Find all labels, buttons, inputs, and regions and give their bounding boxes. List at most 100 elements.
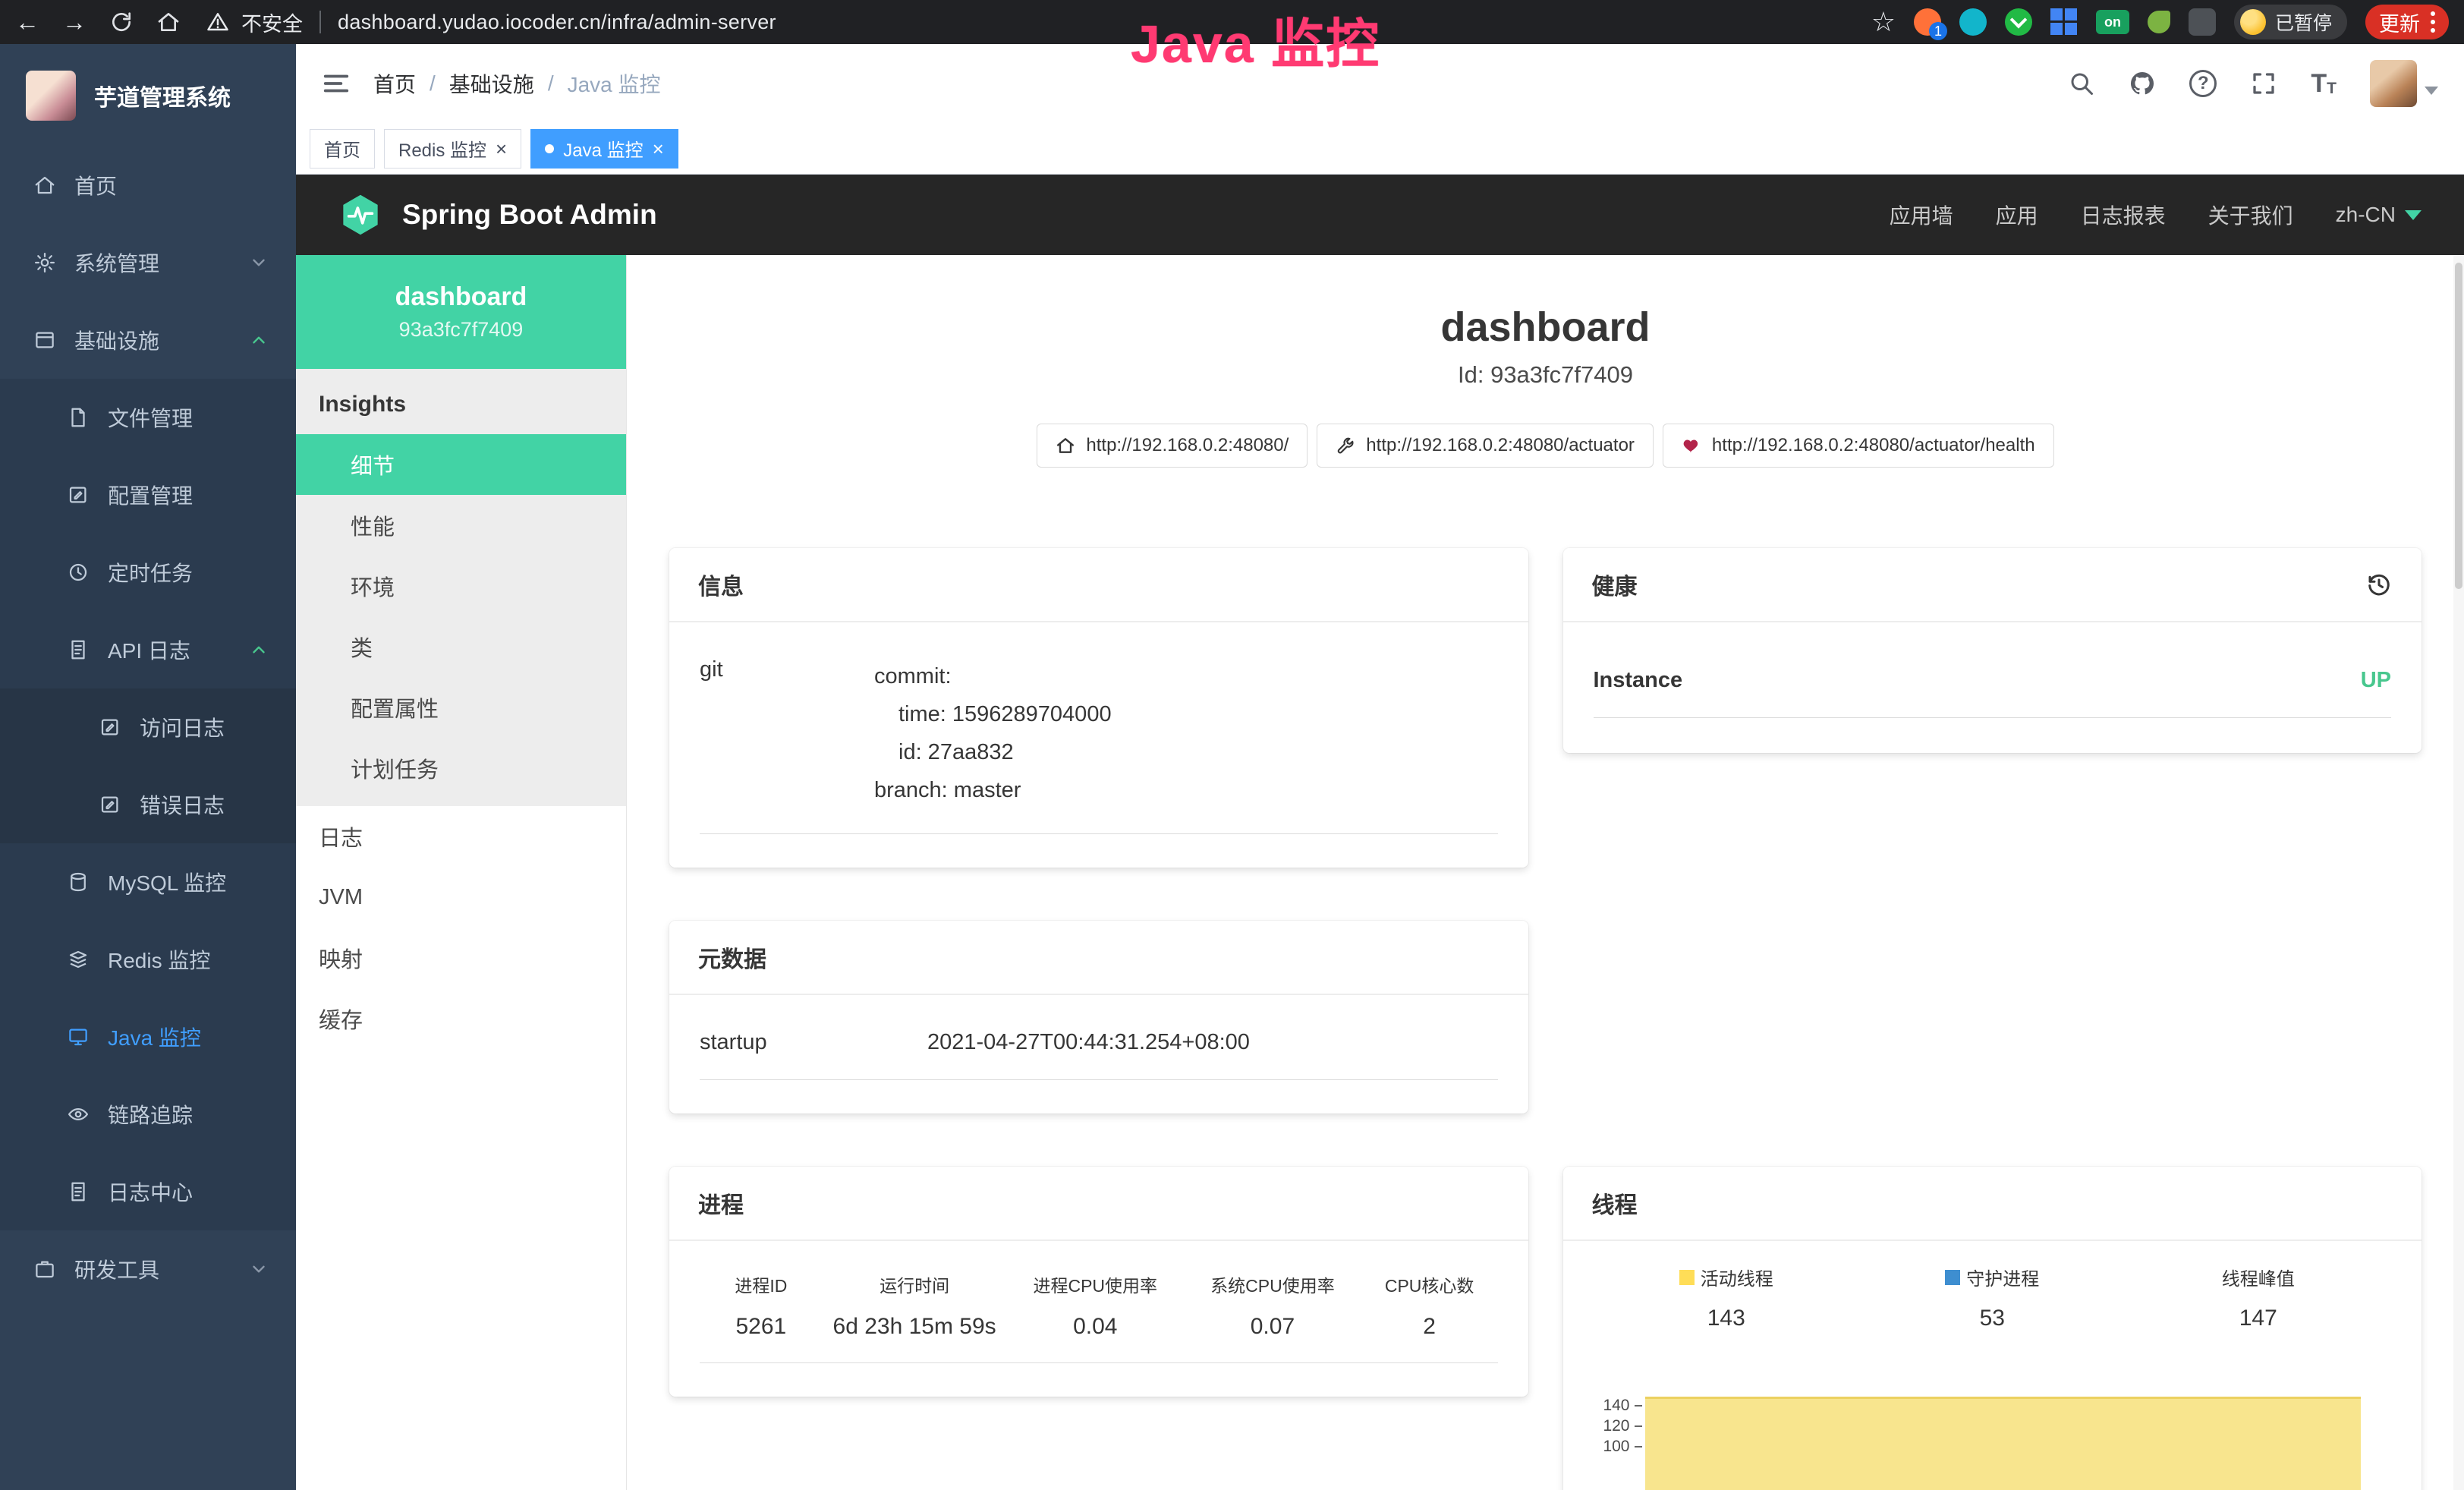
- extensions-puzzle-icon[interactable]: [2189, 8, 2216, 36]
- sba-nav-classes[interactable]: 类: [296, 616, 626, 677]
- sidebar-item-infrastructure[interactable]: 基础设施: [0, 301, 296, 379]
- monitor-icon: [67, 1025, 90, 1048]
- sba-nav-caches[interactable]: 缓存: [296, 988, 626, 1049]
- sidebar-item-log-center[interactable]: 日志中心: [0, 1153, 296, 1230]
- info-key: git: [700, 657, 874, 809]
- tab-redis-monitor[interactable]: Redis 监控 ×: [384, 129, 521, 169]
- extension-icon-4[interactable]: [2050, 8, 2078, 36]
- sba-nav-jvm[interactable]: JVM: [296, 867, 626, 928]
- help-icon[interactable]: ?: [2189, 70, 2217, 97]
- scrollbar: [2453, 255, 2464, 1490]
- git-id-line: id: 27aa832: [874, 733, 1498, 771]
- sidebar-item-config-management[interactable]: 配置管理: [0, 456, 296, 534]
- sidebar-item-home[interactable]: 首页: [0, 146, 296, 224]
- app-logo-title: 芋道管理系统: [94, 79, 231, 112]
- process-card-title: 进程: [698, 1186, 744, 1220]
- info-git-row: git commit: time: 1596289704000 id: 27aa…: [700, 648, 1498, 834]
- breadcrumb-separator: /: [548, 71, 554, 96]
- process-col-value: 0.07: [1184, 1314, 1361, 1340]
- profile-avatar-emoji: [2240, 9, 2266, 35]
- profile-paused-label: 已暂停: [2275, 8, 2332, 36]
- sidebar-item-trace[interactable]: 链路追踪: [0, 1076, 296, 1153]
- threads-card: 线程 活动线程: [1563, 1167, 2422, 1490]
- sba-brand[interactable]: Spring Boot Admin: [338, 193, 657, 237]
- user-menu[interactable]: [2370, 60, 2438, 107]
- info-card: 信息 git commit: time: 1596289704000: [669, 548, 1528, 868]
- sba-nav-performance[interactable]: 性能: [296, 495, 626, 556]
- sba-nav-journal[interactable]: 日志报表: [2081, 200, 2166, 230]
- admin-sidebar: 芋道管理系统 首页 系统管理 基础设施 文件管理: [0, 44, 296, 1490]
- breadcrumb-infrastructure[interactable]: 基础设施: [449, 68, 534, 99]
- sba-nav-mappings[interactable]: 映射: [296, 928, 626, 988]
- search-icon[interactable]: [2068, 70, 2095, 97]
- github-icon[interactable]: [2129, 70, 2156, 97]
- log-edit-icon: [99, 716, 121, 739]
- sidebar-item-java-monitor[interactable]: Java 监控: [0, 998, 296, 1076]
- sba-nav-scheduled-tasks[interactable]: 计划任务: [296, 738, 626, 799]
- update-button[interactable]: 更新: [2365, 5, 2449, 39]
- hamburger-icon[interactable]: [322, 69, 351, 98]
- process-col-header: CPU核心数: [1361, 1271, 1498, 1297]
- sidebar-item-mysql-monitor[interactable]: MySQL 监控: [0, 843, 296, 921]
- page-url: dashboard.yudao.iocoder.cn/infra/admin-s…: [338, 11, 776, 34]
- active-dot: [545, 144, 554, 153]
- browser-forward-icon[interactable]: →: [62, 10, 87, 34]
- sidebar-item-dev-tools[interactable]: 研发工具: [0, 1230, 296, 1308]
- process-col-header: 进程ID: [700, 1271, 823, 1297]
- metadata-card: 元数据 startup 2021-04-27T00:44:31.254+08:0…: [669, 921, 1528, 1114]
- health-url-button[interactable]: http://192.168.0.2:48080/actuator/health: [1663, 424, 2054, 468]
- sidebar-item-file-management[interactable]: 文件管理: [0, 379, 296, 456]
- database-icon: [67, 871, 90, 893]
- address-bar[interactable]: 不安全 dashboard.yudao.iocoder.cn/infra/adm…: [206, 8, 776, 37]
- security-label: 不安全: [241, 8, 303, 37]
- fullscreen-icon[interactable]: [2250, 70, 2277, 97]
- scrollbar-thumb[interactable]: [2455, 263, 2462, 589]
- sba-nav-environment[interactable]: 环境: [296, 556, 626, 616]
- extension-icon-3[interactable]: [2005, 8, 2032, 36]
- browser-home-icon[interactable]: [156, 10, 181, 34]
- chevron-up-icon: [249, 330, 269, 350]
- sidebar-item-error-logs[interactable]: 错误日志: [0, 766, 296, 843]
- bookmark-star-icon[interactable]: ☆: [1871, 8, 1896, 36]
- menu-kebab-icon[interactable]: [2431, 11, 2435, 33]
- sidebar-item-system-management[interactable]: 系统管理: [0, 224, 296, 301]
- sba-nav-logs[interactable]: 日志: [296, 806, 626, 867]
- update-label: 更新: [2379, 8, 2420, 37]
- layers-icon: [67, 948, 90, 971]
- document-icon: [67, 638, 90, 661]
- sba-nav-config-props[interactable]: 配置属性: [296, 677, 626, 738]
- process-card: 进程 进程ID 5261: [669, 1167, 1528, 1397]
- close-icon[interactable]: ×: [653, 139, 664, 159]
- sidebar-item-scheduled-tasks[interactable]: 定时任务: [0, 534, 296, 611]
- extension-icon-1[interactable]: 1: [1914, 8, 1941, 36]
- close-icon[interactable]: ×: [496, 139, 507, 159]
- profile-paused-badge[interactable]: 已暂停: [2234, 5, 2347, 39]
- eye-icon: [67, 1103, 90, 1126]
- tab-java-monitor[interactable]: Java 监控 ×: [530, 129, 678, 169]
- service-url-button[interactable]: http://192.168.0.2:48080/: [1037, 424, 1308, 468]
- actuator-url-button[interactable]: http://192.168.0.2:48080/actuator: [1317, 424, 1654, 468]
- sidebar-item-redis-monitor[interactable]: Redis 监控: [0, 921, 296, 998]
- browser-back-icon[interactable]: ←: [15, 10, 39, 34]
- instance-name: dashboard: [395, 282, 527, 312]
- sidebar-item-api-logs[interactable]: API 日志: [0, 611, 296, 688]
- sba-nav-details[interactable]: 细节: [296, 434, 626, 495]
- health-row-label: Instance: [1594, 668, 1683, 693]
- breadcrumb-home[interactable]: 首页: [373, 68, 416, 99]
- instance-header[interactable]: dashboard 93a3fc7f7409: [296, 255, 626, 369]
- tab-home[interactable]: 首页: [310, 129, 375, 169]
- extension-icon-5[interactable]: on: [2096, 10, 2129, 34]
- browser-refresh-icon[interactable]: [109, 10, 134, 34]
- extension-icon-2[interactable]: [1959, 8, 1987, 36]
- locale-selector[interactable]: zh-CN: [2336, 203, 2422, 227]
- sidebar-item-label: 配置管理: [108, 480, 193, 510]
- app-logo[interactable]: 芋道管理系统: [0, 44, 296, 146]
- user-avatar[interactable]: [2370, 60, 2417, 107]
- sidebar-item-access-logs[interactable]: 访问日志: [0, 688, 296, 766]
- extension-icon-6[interactable]: [2148, 11, 2170, 33]
- sba-nav-about[interactable]: 关于我们: [2208, 200, 2293, 230]
- sba-nav-wall[interactable]: 应用墙: [1890, 200, 1953, 230]
- font-size-icon[interactable]: TT: [2311, 71, 2337, 96]
- sba-nav-applications[interactable]: 应用: [1996, 200, 2038, 230]
- history-icon[interactable]: [2365, 571, 2393, 598]
